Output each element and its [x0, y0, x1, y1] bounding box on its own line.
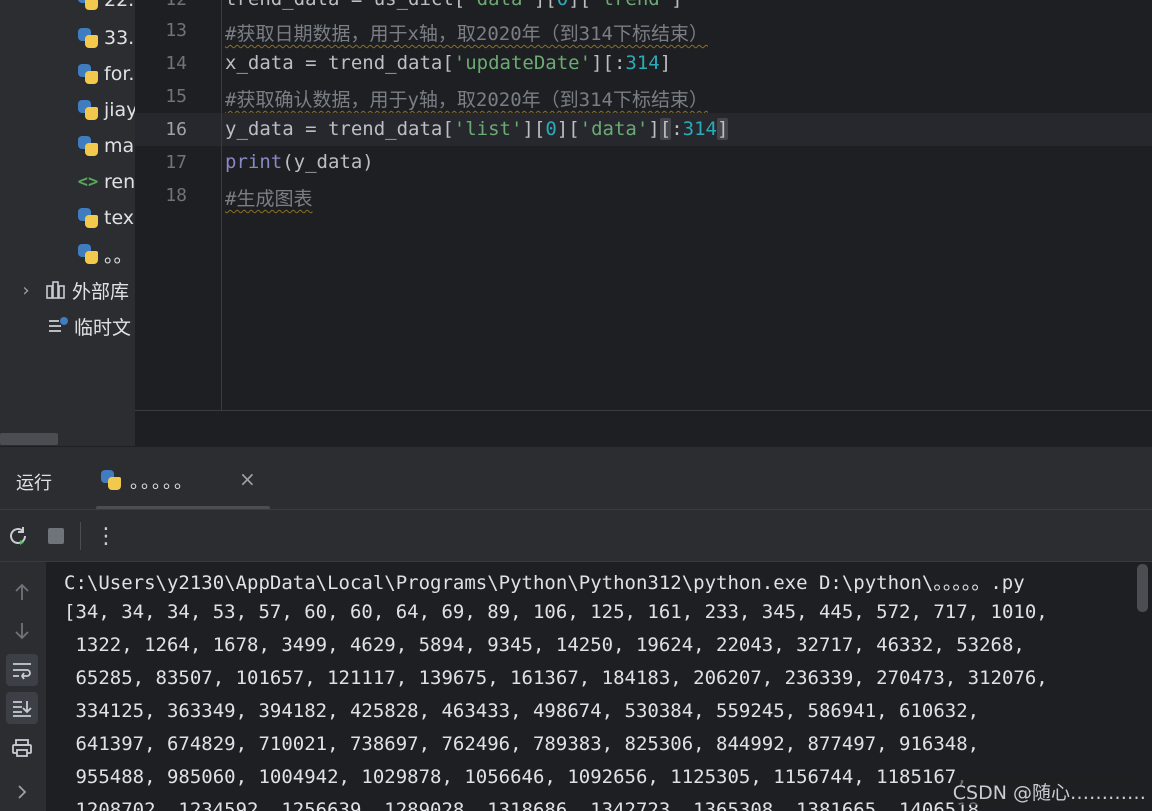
- printer-icon: [12, 739, 32, 757]
- library-icon: [44, 278, 68, 302]
- html-file-icon: <>: [77, 172, 99, 192]
- soft-wrap-toggle[interactable]: [6, 654, 38, 686]
- console-line: 65285, 83507, 101657, 121117, 139675, 16…: [64, 667, 1048, 689]
- console-line: C:\Users\y2130\AppData\Local\Programs\Py…: [64, 572, 1025, 594]
- tree-file-label: ren: [104, 171, 135, 193]
- python-file-icon: [76, 206, 100, 230]
- editor-bottom-strip: [135, 410, 1152, 446]
- arrow-up-icon: [15, 583, 29, 600]
- python-file-icon: [76, 134, 100, 158]
- code-line: 18 #生成图表: [135, 179, 1152, 212]
- more-vertical-icon: ⋮: [95, 523, 117, 549]
- code-comment: #获取确认数据，用于y轴，取2020年（到314下标结束）: [225, 89, 708, 111]
- vertical-scrollbar[interactable]: [1137, 564, 1148, 612]
- tree-scratches-label: 临时文: [74, 316, 132, 339]
- project-tree-panel: 22. 33. for. jiay mai <> ren tex 。。 › 外部…: [0, 0, 135, 446]
- stop-icon: [48, 528, 64, 544]
- python-file-icon: [76, 242, 100, 266]
- line-number: 16: [165, 119, 187, 140]
- run-tool-window-header: 运行 。。。。。 ×: [0, 446, 1152, 510]
- expand-more-button[interactable]: [6, 776, 38, 808]
- rerun-button[interactable]: [5, 523, 31, 549]
- tree-external-libraries-label: 外部库: [72, 280, 130, 303]
- close-icon[interactable]: ×: [239, 467, 256, 491]
- code-editor[interactable]: 12 trend_data = us_dict['data'][0]['tren…: [135, 0, 1152, 410]
- gutter-separator: [221, 0, 222, 410]
- print-button[interactable]: [6, 732, 38, 764]
- tree-file-item[interactable]: jiay: [76, 92, 135, 128]
- tree-file-item[interactable]: for.: [76, 56, 135, 92]
- tree-file-item[interactable]: 33.: [76, 20, 135, 56]
- code-comment: #生成图表: [225, 188, 313, 210]
- tree-file-item[interactable]: 。。: [76, 236, 135, 272]
- python-file-icon: [100, 469, 122, 495]
- tree-file-label: 。。: [104, 244, 133, 267]
- toolbar-separator: [80, 522, 81, 550]
- console-line: 641397, 674829, 710021, 738697, 762496, …: [64, 733, 980, 755]
- tree-file-item[interactable]: 22.: [76, 0, 135, 18]
- console-side-toolbar: [0, 562, 46, 811]
- arrow-down-icon: [15, 623, 29, 640]
- line-number: 13: [165, 20, 187, 41]
- console-line: [34, 34, 34, 53, 57, 60, 60, 64, 69, 89,…: [64, 601, 1048, 623]
- python-file-icon: [76, 0, 100, 12]
- code-line: 14 x_data = trend_data['updateDate'][:31…: [135, 47, 1152, 80]
- tree-file-label: mai: [104, 135, 135, 157]
- tree-file-label: tex: [104, 207, 135, 229]
- code-line: 17 print(y_data): [135, 146, 1152, 179]
- chevron-right-icon[interactable]: ›: [18, 280, 34, 301]
- line-number: 12: [135, 0, 187, 10]
- tree-file-item[interactable]: mai: [76, 128, 135, 164]
- tree-scratches[interactable]: 临时文: [46, 308, 135, 344]
- chevron-right-icon: [18, 785, 27, 799]
- line-number: 14: [165, 53, 187, 74]
- code-line: 15 #获取确认数据，用于y轴，取2020年（到314下标结束）: [135, 80, 1152, 113]
- run-panel-title: 运行: [16, 473, 52, 494]
- code-line-current: 16 y_data = trend_data['list'][0]['data'…: [135, 113, 1152, 146]
- scroll-to-end-toggle[interactable]: [6, 692, 38, 724]
- code-text: x_data = trend_data['updateDate'][:314]: [225, 52, 672, 74]
- line-number: 15: [165, 86, 187, 107]
- scroll-down-button[interactable]: [6, 615, 38, 647]
- run-toolbar: ⋮: [0, 509, 1152, 562]
- console-line: 1208702, 1234592, 1256639, 1289028, 1318…: [64, 799, 991, 811]
- python-file-icon: [76, 62, 100, 86]
- python-file-icon: [76, 26, 100, 50]
- horizontal-scrollbar[interactable]: [0, 433, 58, 445]
- console-line: 334125, 363349, 394182, 425828, 463433, …: [64, 700, 980, 722]
- line-number: 18: [165, 185, 187, 206]
- tree-file-label: jiay: [104, 99, 135, 121]
- code-text: trend_data = us_dict['data'][0]['trend']: [225, 0, 683, 10]
- tree-file-label: 22.: [104, 0, 135, 11]
- scroll-to-end-icon: [13, 701, 32, 717]
- run-console-output[interactable]: C:\Users\y2130\AppData\Local\Programs\Py…: [46, 562, 1152, 811]
- code-line: 13 #获取日期数据，用于x轴，取2020年（到314下标结束）: [135, 14, 1152, 47]
- code-comment: #获取日期数据，用于x轴，取2020年（到314下标结束）: [225, 23, 708, 45]
- tree-file-item[interactable]: tex: [76, 200, 135, 236]
- console-line: 1322, 1264, 1678, 3499, 4629, 5894, 9345…: [64, 634, 1025, 656]
- run-config-tab[interactable]: 。。。。。 ×: [96, 447, 270, 510]
- run-tab-label: 。。。。。: [130, 472, 194, 493]
- python-file-icon: [76, 98, 100, 122]
- scratches-icon: [46, 314, 70, 338]
- line-number: 17: [165, 152, 187, 173]
- watermark: CSDN @随心…………: [952, 778, 1146, 805]
- console-line: 955488, 985060, 1004942, 1029878, 105664…: [64, 766, 968, 788]
- code-text: y_data = trend_data['list'][0]['data'][:…: [225, 118, 729, 140]
- tree-file-label: 33.: [104, 27, 135, 49]
- tree-file-item[interactable]: <> ren: [76, 164, 135, 200]
- tree-external-libraries[interactable]: › 外部库: [18, 272, 135, 308]
- tree-file-label: for.: [104, 63, 135, 85]
- code-text: print(y_data): [225, 151, 374, 173]
- soft-wrap-icon: [13, 663, 31, 680]
- stop-button[interactable]: [43, 523, 69, 549]
- more-options-button[interactable]: ⋮: [93, 523, 119, 549]
- scroll-up-button[interactable]: [6, 576, 38, 608]
- rerun-icon: [10, 527, 26, 545]
